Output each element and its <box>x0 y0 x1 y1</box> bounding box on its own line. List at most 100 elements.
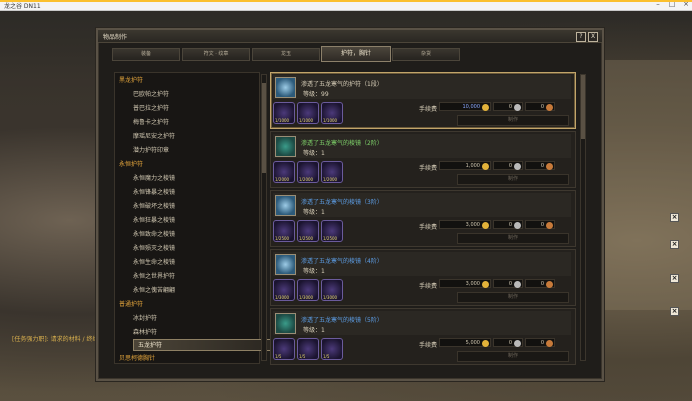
fee-silver: 0 <box>493 279 523 288</box>
material-icon[interactable]: 1/2000 <box>297 161 319 183</box>
close-icon[interactable]: × <box>670 213 679 222</box>
list-item[interactable]: 冰封护符 <box>133 313 157 325</box>
material-icon[interactable]: 1/2500 <box>273 220 295 242</box>
fee-copper: 0 <box>525 279 555 288</box>
tab-misc[interactable]: 杂货 <box>392 48 460 61</box>
recipe-card[interactable]: 渗透了五龙寒气的棱镜（2阶） 等级：1 1/2000 1/2000 1/2000… <box>270 131 576 188</box>
material-icon[interactable]: 1/3000 <box>321 279 343 301</box>
window-title: 物品制作 <box>103 34 128 41</box>
list-item[interactable]: 巴欧帕之护符 <box>133 89 169 101</box>
material-icon[interactable]: 1/2000 <box>321 161 343 183</box>
fee-silver: 0 <box>493 338 523 347</box>
list-item[interactable]: 永恒破坏之棱镜 <box>133 201 175 213</box>
material-icon[interactable]: 1/3000 <box>273 279 295 301</box>
recipe-name: 渗透了五龙寒气的棱镜（5阶） <box>301 317 383 324</box>
fee-gold: 10,000 <box>439 102 491 111</box>
copper-coin-icon <box>546 281 553 288</box>
silver-coin-icon <box>514 104 521 111</box>
recipe-level: 等级：1 <box>303 268 325 275</box>
material-icon[interactable]: 1/5 <box>297 338 319 360</box>
fee-silver: 0 <box>493 161 523 170</box>
app-title: 龙之谷 DN11 <box>4 3 41 10</box>
list-item[interactable]: 永恒生命之棱镜 <box>133 257 175 269</box>
fee-label: 手续费 <box>419 224 438 231</box>
close-icon[interactable]: × <box>670 240 679 249</box>
close-icon[interactable]: × <box>670 274 679 283</box>
make-button[interactable]: 制作 <box>457 233 569 244</box>
list-item[interactable]: 摩瑶尼安之护符 <box>133 131 175 143</box>
recipe-card[interactable]: 渗透了五龙寒气的棱镜（4阶） 等级：1 1/3000 1/3000 1/3000… <box>270 249 576 306</box>
recipe-level: 等级：1 <box>303 209 325 216</box>
material-icon[interactable]: 1/2500 <box>297 220 319 242</box>
material-icon[interactable]: 1/3000 <box>297 279 319 301</box>
fee-silver: 0 <box>493 220 523 229</box>
list-item[interactable]: 森林护符 <box>133 327 157 339</box>
recipe-header: 渗透了五龙寒气的棱镜（3阶） 等级：1 <box>273 193 571 217</box>
list-item[interactable]: 普巴拉之护符 <box>133 103 169 115</box>
make-button[interactable]: 制作 <box>457 174 569 185</box>
material-icon[interactable]: 1/5 <box>273 338 295 360</box>
tab-dragon-jade[interactable]: 龙玉 <box>252 48 320 61</box>
item-crafting-window: 物品制作 ? X 装备 符文 · 纹章 龙玉 护符，胸针 杂货 黑龙护符 巴欧帕… <box>96 28 604 381</box>
scrollbar-thumb[interactable] <box>581 75 585 139</box>
recipe-level: 等级：1 <box>303 150 325 157</box>
material-icon[interactable]: 1/5 <box>321 338 343 360</box>
list-item[interactable]: 永恒锋暴之棱镜 <box>133 187 175 199</box>
recipe-name: 渗透了五龙寒气的棱镜（2阶） <box>301 140 383 147</box>
fee-copper: 0 <box>525 161 555 170</box>
gold-coin-icon <box>482 104 489 111</box>
recipe-level: 等级：1 <box>303 327 325 334</box>
make-button[interactable]: 制作 <box>457 292 569 303</box>
category-list: 黑龙护符 巴欧帕之护符 普巴拉之护符 梅鲁卡之护符 摩瑶尼安之护符 潜力护符印章… <box>114 72 271 365</box>
gold-coin-icon <box>482 281 489 288</box>
close-icon[interactable]: × <box>670 307 679 316</box>
quest-tracker-text: [任务强力职]: 请求的材料 / 终结 <box>12 336 99 343</box>
material-icon[interactable]: 1/1000 <box>297 102 319 124</box>
fee-gold: 3,000 <box>439 220 491 229</box>
make-button[interactable]: 制作 <box>457 115 569 126</box>
list-item[interactable]: 永恒之傀苦翩翩 <box>133 285 175 297</box>
copper-coin-icon <box>546 340 553 347</box>
fee-copper: 0 <box>525 220 555 229</box>
fee-gold: 5,000 <box>439 338 491 347</box>
gold-coin-icon <box>482 163 489 170</box>
category-header[interactable]: 贝思柯德胸针 <box>119 353 155 365</box>
fee-label: 手续费 <box>419 165 438 172</box>
material-icon[interactable]: 1/1000 <box>321 102 343 124</box>
list-scrollbar[interactable] <box>261 74 267 361</box>
copper-coin-icon <box>546 104 553 111</box>
make-button[interactable]: 制作 <box>457 351 569 362</box>
material-icon[interactable]: 1/2000 <box>273 161 295 183</box>
tab-talisman-brooch[interactable]: 护符，胸针 <box>321 46 391 62</box>
recipe-card[interactable]: 渗透了五龙寒气的棱镜（3阶） 等级：1 1/2500 1/2500 1/2500… <box>270 190 576 247</box>
category-header[interactable]: 普通护符 <box>119 299 143 311</box>
list-item[interactable]: 潜力护符印章 <box>133 145 169 157</box>
copper-coin-icon <box>546 163 553 170</box>
recipe-card[interactable]: 渗透了五龙寒气的棱镜（5阶） 等级：1 1/5 1/5 1/5 手续费 5,00… <box>270 308 576 365</box>
category-header[interactable]: 黑龙护符 <box>119 75 143 87</box>
gold-coin-icon <box>482 222 489 229</box>
tab-equipment[interactable]: 装备 <box>112 48 180 61</box>
list-item[interactable]: 永恒致命之棱镜 <box>133 229 175 241</box>
prism-icon <box>275 195 296 216</box>
scrollbar-thumb[interactable] <box>262 83 266 173</box>
list-item-selected[interactable]: 五龙护符 <box>133 339 271 351</box>
silver-coin-icon <box>514 163 521 170</box>
tab-rune-emblem[interactable]: 符文 · 纹章 <box>182 48 250 61</box>
recipe-scrollbar[interactable] <box>580 74 586 361</box>
material-icon[interactable]: 1/2500 <box>321 220 343 242</box>
list-item[interactable]: 永恒之世界护符 <box>133 271 175 283</box>
close-button[interactable]: X <box>588 32 598 42</box>
recipe-header: 渗透了五龙寒气的护符（1段） 等级：99 <box>273 75 571 99</box>
list-item[interactable]: 永恒狂暴之棱镜 <box>133 215 175 227</box>
list-item[interactable]: 永恒殒灭之棱镜 <box>133 243 175 255</box>
help-button[interactable]: ? <box>576 32 586 42</box>
category-header[interactable]: 永恒护符 <box>119 159 143 171</box>
list-item[interactable]: 永恒魔力之棱镜 <box>133 173 175 185</box>
recipe-name: 渗透了五龙寒气的棱镜（3阶） <box>301 199 383 206</box>
list-item[interactable]: 梅鲁卡之护符 <box>133 117 169 129</box>
material-icon[interactable]: 1/1000 <box>273 102 295 124</box>
recipe-card[interactable]: 渗透了五龙寒气的护符（1段） 等级：99 1/1000 1/1000 1/100… <box>270 72 576 129</box>
recipe-level: 等级：99 <box>303 91 329 98</box>
fee-label: 手续费 <box>419 106 438 113</box>
